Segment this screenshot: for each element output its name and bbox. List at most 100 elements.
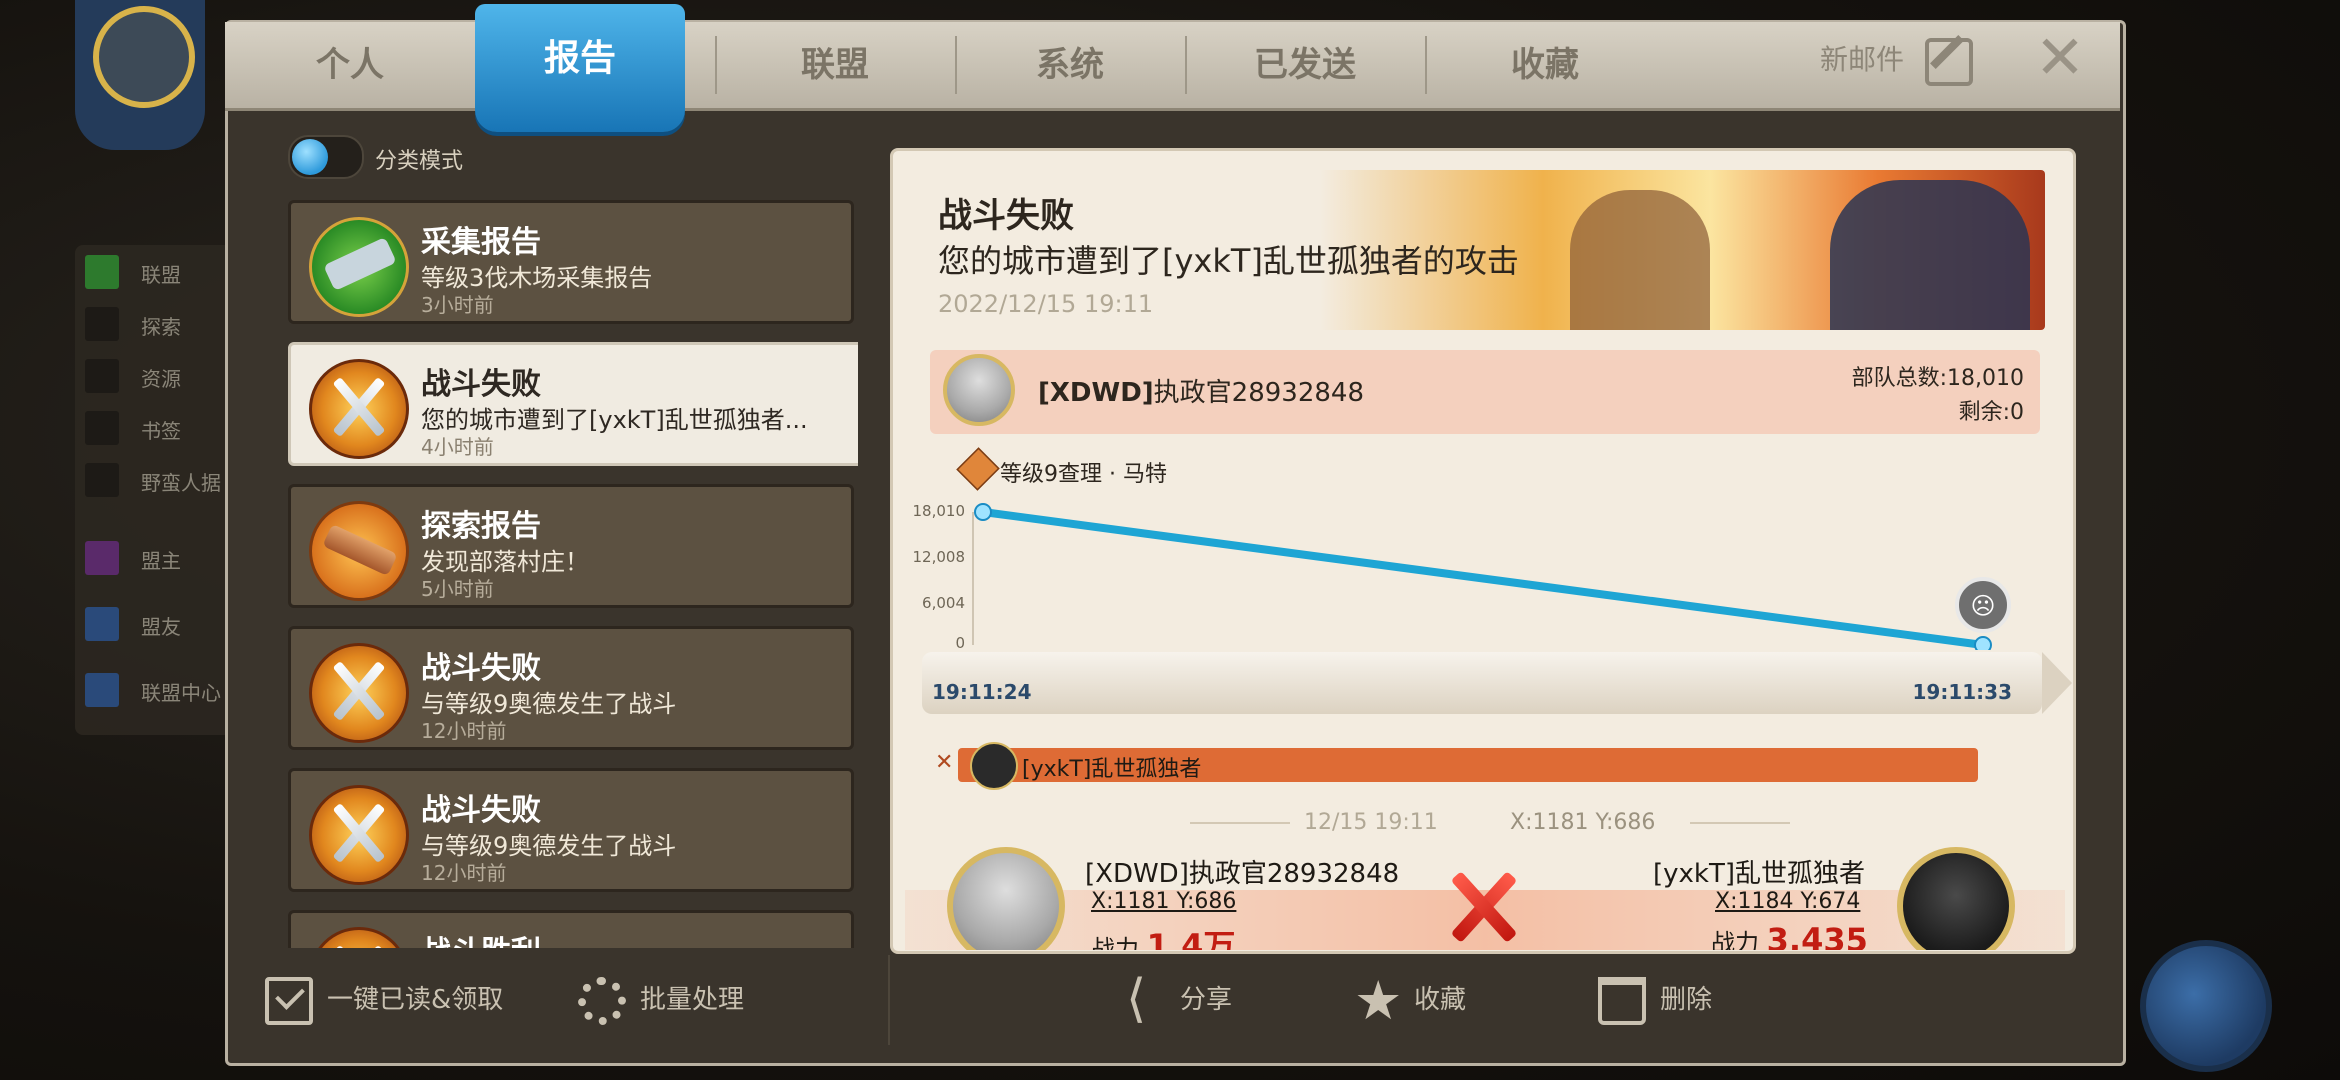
list-item[interactable]: 探索报告 发现部落村庄！ 5小时前 [288, 484, 854, 608]
swords-icon [309, 359, 409, 459]
star-icon [1352, 971, 1402, 1031]
defender-portrait[interactable] [1897, 847, 2015, 950]
timeline-end: 19:11:33 [1912, 680, 2013, 704]
battle-coord[interactable]: X:1181 Y:686 [1510, 810, 1655, 835]
bg-menu-label: 盟友 [141, 615, 181, 639]
troop-data-point [974, 503, 992, 521]
tab-report[interactable]: 报告 [475, 4, 685, 132]
timeline-start: 19:11:24 [932, 680, 1032, 704]
new-mail-label: 新邮件 [1820, 43, 1905, 76]
report-time: 4小时前 [421, 435, 494, 459]
list-item[interactable]: 战斗失败 与等级9奥德发生了战斗 12小时前 [288, 768, 854, 892]
swords-icon [309, 927, 409, 948]
attacker-summary: [XDWD]执政官28932848 部队总数:18,010 剩余:0 [930, 350, 2040, 434]
bg-menu-label: 资源 [141, 367, 181, 391]
alliance-menu-bg: 联盟 探索 资源 书签 野蛮人据 盟主 盟友 联盟中心 [75, 245, 235, 735]
category-mode-toggle[interactable] [288, 135, 364, 179]
battle-time: 12/15 19:11 [1304, 810, 1438, 835]
detail-title: 战斗失败 [938, 196, 1074, 236]
troop-remaining: 剩余:0 [1958, 400, 2024, 425]
defeated-face-icon: ☹ [1955, 577, 2011, 633]
report-time: 12小时前 [421, 861, 507, 885]
close-button[interactable]: ✕ [2030, 28, 2090, 90]
tab-system[interactable]: 系统 [955, 22, 1185, 108]
swords-icon [309, 785, 409, 885]
player-avatar-bg [75, 0, 205, 150]
gather-icon [309, 217, 409, 317]
share-icon [1118, 969, 1166, 1029]
report-time: 5小时前 [421, 577, 494, 601]
list-item[interactable]: 采集报告 等级3伐木场采集报告 3小时前 [288, 200, 854, 324]
mail-check-icon [265, 976, 313, 1025]
toolbar-divider [888, 955, 890, 1045]
report-desc: 与等级9奥德发生了战斗 [421, 690, 677, 718]
chart-plot: ☹ [972, 503, 2011, 650]
svg-text:☹: ☹ [1970, 592, 1995, 620]
swords-icon [309, 643, 409, 743]
report-desc: 等级3伐木场采集报告 [421, 264, 653, 292]
category-mode-label: 分类模式 [375, 149, 464, 174]
report-title: 战斗失败 [421, 651, 541, 686]
troop-series-line [982, 508, 1984, 649]
list-item[interactable]: 战斗失败 与等级9奥德发生了战斗 12小时前 [288, 626, 854, 750]
defender-power: 战力 3,435 [1711, 921, 1868, 950]
toggle-knob [292, 139, 328, 175]
crossed-swords-icon [1441, 865, 1525, 949]
troop-total: 部队总数:18,010 [1851, 366, 2024, 391]
bg-menu-label: 野蛮人据 [141, 471, 221, 495]
share-button[interactable]: 分享 [1118, 969, 1232, 1030]
report-title: 探索报告 [421, 509, 541, 544]
read-all-button[interactable]: 一键已读&领取 [265, 970, 503, 1030]
battle-summary: [XDWD]执政官28932848 X:1181 Y:686 战力 1.4万 [… [905, 845, 2065, 950]
new-mail-button[interactable]: 新邮件 [1820, 30, 1973, 90]
power-label: 战力 [1091, 935, 1139, 950]
defender-mini-avatar [970, 742, 1018, 790]
world-map-globe-button[interactable] [2140, 940, 2272, 1072]
list-item-selected[interactable]: 战斗失败 您的城市遭到了[yxkT]乱世孤独者... 4小时前 [288, 342, 858, 466]
defender-full-name: [yxkT]乱世孤独者 [1653, 859, 1865, 889]
compose-icon [1925, 38, 1973, 86]
tab-sent[interactable]: 已发送 [1185, 22, 1425, 108]
bg-menu-label: 联盟中心 [141, 681, 221, 705]
report-title: 采集报告 [421, 225, 541, 260]
trash-icon [1598, 976, 1646, 1025]
bg-menu-label: 联盟 [141, 263, 181, 287]
report-desc: 发现部落村庄！ [421, 548, 589, 576]
delete-button[interactable]: 删除 [1598, 970, 1712, 1030]
power-label: 战力 [1711, 929, 1759, 950]
attacker-full-name: [XDWD]执政官28932848 [1085, 859, 1400, 889]
troop-chart: 18,010 12,008 6,004 0 ☹ [905, 490, 2045, 652]
report-desc: 您的城市遭到了[yxkT]乱世孤独者... [421, 406, 808, 434]
detail-subtitle: 您的城市遭到了[yxkT]乱世孤独者的攻击 [938, 242, 1519, 280]
tab-personal[interactable]: 个人 [225, 22, 475, 108]
report-title: 战斗失败 [421, 793, 541, 828]
spyglass-icon [309, 501, 409, 601]
report-desc: 与等级9奥德发生了战斗 [421, 832, 677, 860]
bg-menu-label: 书签 [141, 419, 181, 443]
attacker-name[interactable]: [XDWD]执政官28932848 [1038, 372, 1364, 409]
battle-meta: 12/15 19:11 X:1181 Y:686 [1190, 810, 1890, 840]
defeated-marker: ✕ [935, 750, 954, 775]
list-item[interactable]: 战斗胜利 [288, 910, 854, 948]
bg-menu-label: 探索 [141, 315, 181, 339]
troop-data-point [1974, 636, 1992, 650]
report-list[interactable]: 采集报告 等级3伐木场采集报告 3小时前 战斗失败 您的城市遭到了[yxkT]乱… [288, 200, 858, 948]
battle-timeline: 19:11:24 19:11:33 [922, 652, 2072, 714]
tab-alliance[interactable]: 联盟 [715, 22, 955, 108]
commander-name: 等级9查理 · 马特 [1000, 462, 1167, 487]
attacker-power: 战力 1.4万 [1091, 921, 1235, 950]
defender-bar-name: [yxkT]乱世孤独者 [1022, 757, 1202, 782]
attacker-avatar[interactable] [943, 354, 1015, 426]
attacker-portrait[interactable] [947, 847, 1065, 950]
bg-menu-label: 盟主 [141, 549, 181, 573]
attacker-coord-link[interactable]: X:1181 Y:686 [1091, 889, 1236, 914]
favorite-button[interactable]: 收藏 [1352, 970, 1466, 1031]
gears-icon [578, 976, 626, 1025]
tab-favorites[interactable]: 收藏 [1425, 22, 1665, 108]
report-time: 12小时前 [421, 719, 507, 743]
batch-button[interactable]: 批量处理 [578, 970, 744, 1030]
defender-coord-link[interactable]: X:1184 Y:674 [1715, 889, 1860, 914]
report-title: 战斗失败 [421, 367, 541, 402]
report-time: 3小时前 [421, 293, 494, 317]
detail-date: 2022/12/15 19:11 [938, 290, 1154, 318]
